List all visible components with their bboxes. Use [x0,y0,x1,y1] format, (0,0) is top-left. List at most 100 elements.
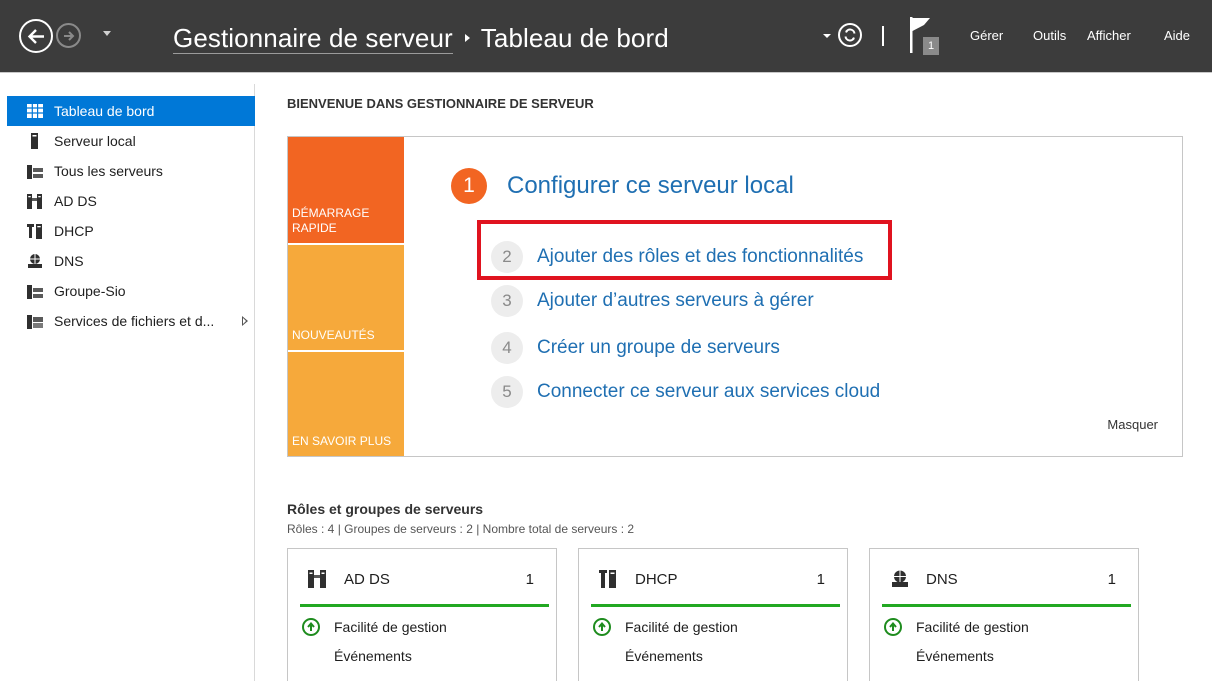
card-title: AD DS [344,571,390,588]
sidebar-item-ad-ds[interactable]: AD DS [7,186,255,216]
dhcp-icon [599,570,619,588]
refresh-button[interactable] [838,23,862,47]
header-divider [0,72,1212,73]
back-button[interactable] [19,19,53,53]
sidebar-item-label: DHCP [54,223,94,239]
step-link[interactable]: Configurer ce serveur local [507,172,794,200]
roles-heading: Rôles et groupes de serveurs [287,501,484,517]
sidebar-item-all-servers[interactable]: Tous les serveurs [7,156,255,186]
toolbar-divider [882,26,884,46]
quick-start-panel: DÉMARRAGE RAPIDE NOUVEAUTÉS EN SAVOIR PL… [287,136,1183,457]
card-count: 1 [1107,571,1116,588]
hide-link[interactable]: Masquer [1107,417,1158,432]
card-count: 1 [525,571,534,588]
manageability-row[interactable]: Facilité de gestion [302,615,552,639]
roles-summary: Rôles : 4 | Groupes de serveurs : 2 | No… [287,522,635,536]
status-up-icon [884,618,902,636]
breadcrumb-separator-icon [464,34,470,42]
tile-whats-new[interactable]: NOUVEAUTÉS [288,245,404,350]
sidebar-item-label: Tous les serveurs [54,163,163,179]
servers-icon [27,163,43,179]
file-services-icon [27,313,43,329]
step-number-badge: 3 [491,285,523,317]
title-bar: Gestionnaire de serveur Tableau de bord … [0,0,1212,72]
sidebar-item-label: Services de fichiers et d... [54,313,215,329]
sidebar-item-dhcp[interactable]: DHCP [7,216,255,246]
step-configure-local-server[interactable]: 1 Configurer ce serveur local [451,168,794,204]
step-link[interactable]: Ajouter des rôles et des fonctionnalités [537,246,863,268]
events-link[interactable]: Événements [916,648,994,664]
card-header[interactable]: DHCP 1 [579,549,847,601]
step-number-badge: 4 [491,332,523,364]
role-card-dns[interactable]: DNS 1 Facilité de gestion Événements [869,548,1139,681]
back-arrow-icon [27,29,44,44]
sidebar: Tableau de bord Serveur local Tous les s… [7,84,255,681]
forward-button[interactable] [56,23,81,48]
sidebar-item-dns[interactable]: DNS [7,246,255,276]
sidebar-item-label: AD DS [54,193,97,209]
expand-arrow-icon[interactable] [242,316,248,326]
manageability-label: Facilité de gestion [625,619,738,635]
ad-ds-icon [27,193,43,209]
dns-icon [27,253,43,269]
dhcp-icon [27,223,43,239]
refresh-icon [844,28,856,42]
status-bar [300,604,549,607]
tile-learn-more[interactable]: EN SAVOIR PLUS [288,352,404,456]
card-title: DHCP [635,571,678,588]
sidebar-item-label: Tableau de bord [54,103,155,119]
status-bar [882,604,1131,607]
role-card-ad-ds[interactable]: AD DS 1 Facilité de gestion Événements [287,548,557,681]
sidebar-item-local-server[interactable]: Serveur local [7,126,255,156]
tile-label: DÉMARRAGE RAPIDE [292,206,370,235]
manageability-row[interactable]: Facilité de gestion [884,615,1134,639]
group-icon [27,283,43,299]
tile-label: NOUVEAUTÉS [292,328,375,342]
card-title: DNS [926,571,958,588]
notifications-button[interactable]: 1 [910,17,939,57]
step-number-badge: 2 [491,241,523,273]
events-link[interactable]: Événements [334,648,412,664]
step-add-roles[interactable]: 2 Ajouter des rôles et des fonctionnalit… [491,241,863,273]
card-header[interactable]: AD DS 1 [288,549,556,601]
manageability-row[interactable]: Facilité de gestion [593,615,843,639]
step-link[interactable]: Ajouter d’autres serveurs à gérer [537,290,814,312]
menu-afficher[interactable]: Afficher [1087,28,1131,43]
step-connect-cloud[interactable]: 5 Connecter ce serveur aux services clou… [491,376,880,408]
sidebar-item-file-services[interactable]: Services de fichiers et d... [7,306,255,336]
manageability-label: Facilité de gestion [334,619,447,635]
role-card-dhcp[interactable]: DHCP 1 Facilité de gestion Événements [578,548,848,681]
server-icon [27,133,43,149]
notification-count-badge: 1 [923,37,939,55]
history-dropdown-icon[interactable] [103,31,111,36]
manageability-label: Facilité de gestion [916,619,1029,635]
step-add-servers[interactable]: 3 Ajouter d’autres serveurs à gérer [491,285,814,317]
tile-quick-start[interactable]: DÉMARRAGE RAPIDE [288,137,404,243]
menu-aide[interactable]: Aide [1164,28,1190,43]
welcome-heading: BIENVENUE DANS GESTIONNAIRE DE SERVEUR [287,96,594,111]
menu-outils[interactable]: Outils [1033,28,1066,43]
status-bar [591,604,840,607]
dns-icon [890,570,910,588]
dashboard-icon [27,103,43,119]
breadcrumb: Gestionnaire de serveur Tableau de bord [173,20,669,56]
sidebar-item-dashboard[interactable]: Tableau de bord [7,96,255,126]
step-link[interactable]: Connecter ce serveur aux services cloud [537,381,880,403]
step-number-badge: 1 [451,168,487,204]
forward-arrow-icon [64,31,75,41]
status-up-icon [302,618,320,636]
step-create-group[interactable]: 4 Créer un groupe de serveurs [491,332,780,364]
card-header[interactable]: DNS 1 [870,549,1138,601]
page-title: Tableau de bord [480,22,669,53]
events-link[interactable]: Événements [625,648,703,664]
breadcrumb-dropdown-icon[interactable] [823,34,831,38]
card-count: 1 [816,571,825,588]
tile-label: EN SAVOIR PLUS [292,434,392,448]
status-up-icon [593,618,611,636]
step-number-badge: 5 [491,376,523,408]
breadcrumb-root[interactable]: Gestionnaire de serveur [173,23,453,54]
sidebar-item-groupe-sio[interactable]: Groupe-Sio [7,276,255,306]
menu-gerer[interactable]: Gérer [970,28,1003,43]
sidebar-item-label: DNS [54,253,84,269]
step-link[interactable]: Créer un groupe de serveurs [537,337,780,359]
